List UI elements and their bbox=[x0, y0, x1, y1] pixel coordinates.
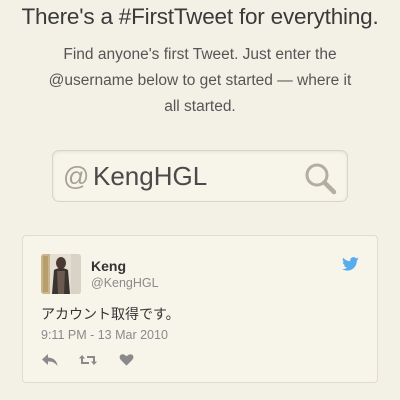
avatar[interactable] bbox=[41, 254, 81, 294]
tweet-text: アカウント取得です。 bbox=[41, 307, 180, 323]
page-subtitle: Find anyone's first Tweet. Just enter th… bbox=[20, 42, 380, 120]
at-prefix: @ bbox=[63, 161, 90, 191]
tweet-card[interactable]: Keng @KengHGL アカウント取得です。 9:11 PM - 13 Ma… bbox=[22, 235, 378, 383]
first-tweet-page: There's a #FirstTweet for everything. Fi… bbox=[0, 0, 400, 400]
tweet-author-name[interactable]: Keng bbox=[91, 258, 126, 274]
reply-icon[interactable] bbox=[41, 353, 59, 367]
tweet-timestamp[interactable]: 9:11 PM - 13 Mar 2010 bbox=[41, 328, 168, 342]
subtitle-line: all started. bbox=[164, 98, 236, 115]
username-search-box[interactable]: @ bbox=[52, 150, 348, 202]
username-input[interactable] bbox=[93, 160, 303, 192]
avatar-image bbox=[41, 254, 81, 294]
twitter-bird-icon[interactable] bbox=[342, 257, 359, 271]
retweet-icon[interactable] bbox=[78, 353, 98, 367]
search-icon[interactable] bbox=[303, 161, 337, 195]
favorite-icon[interactable] bbox=[119, 353, 134, 367]
subtitle-line: @username below to get started — where i… bbox=[48, 72, 352, 89]
tweet-author-handle[interactable]: @KengHGL bbox=[91, 276, 159, 290]
page-headline: There's a #FirstTweet for everything. bbox=[21, 4, 379, 29]
subtitle-line: Find anyone's first Tweet. Just enter th… bbox=[63, 46, 337, 63]
